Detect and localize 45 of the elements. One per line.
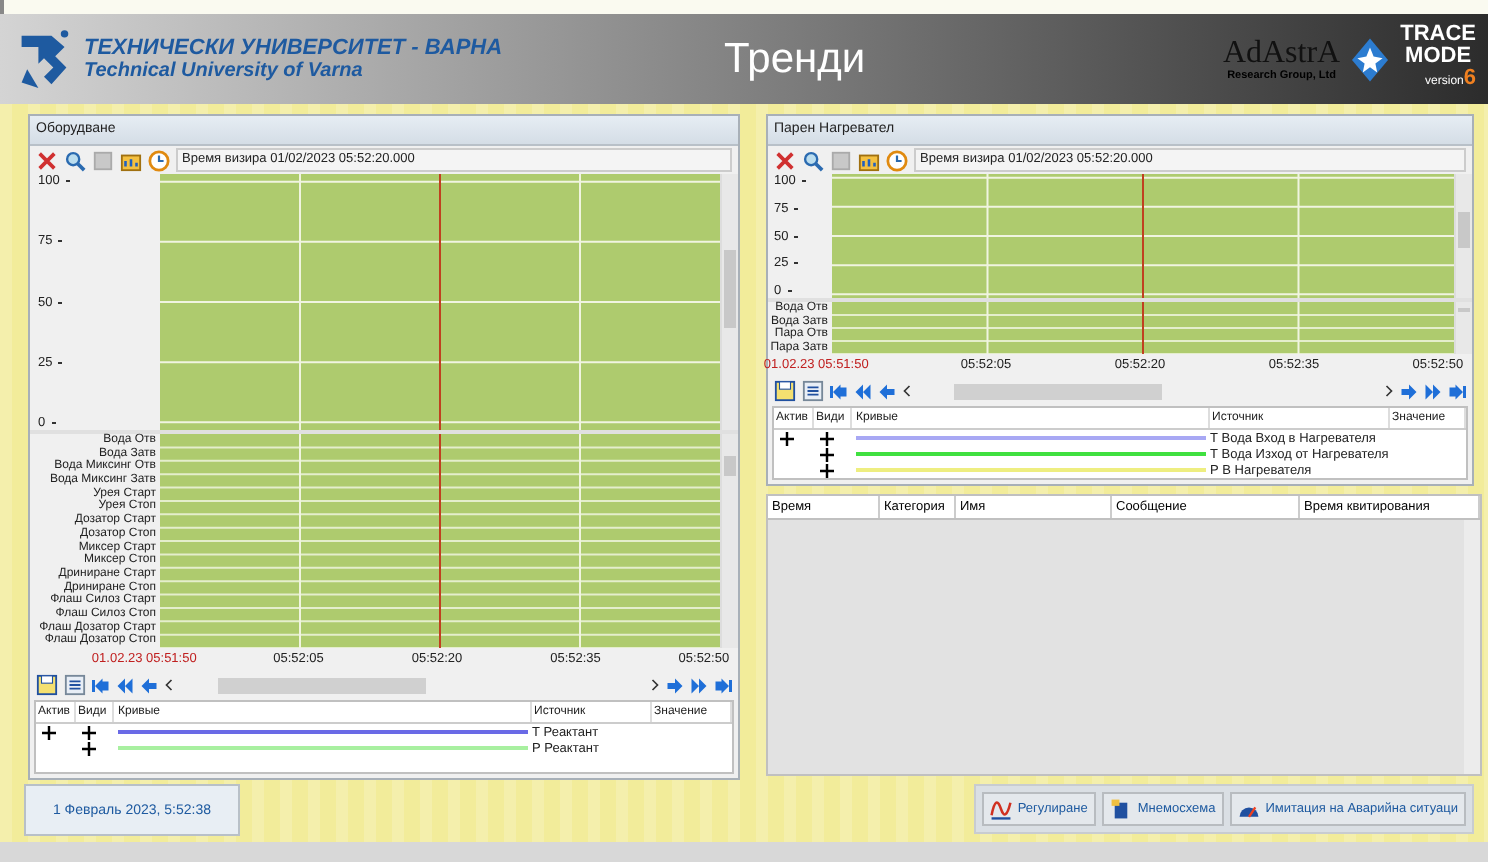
tank-icon	[1109, 798, 1132, 820]
zoom-icon[interactable]	[64, 149, 86, 171]
delete-icon[interactable]	[774, 149, 796, 171]
first-arrow-icon[interactable]	[830, 383, 848, 399]
logo-text: AdAstrA	[1222, 37, 1341, 69]
clock-icon[interactable]	[886, 149, 908, 171]
university-name-english: Technical University of Varna	[84, 60, 365, 82]
double-arrow-right-icon[interactable]	[1424, 383, 1442, 399]
double-arrow-left-icon[interactable]	[854, 383, 872, 399]
double-arrow-right-icon[interactable]	[690, 677, 708, 693]
scrollbar[interactable]	[720, 434, 738, 648]
plus-icon	[42, 725, 56, 739]
version-number: 6	[1463, 68, 1476, 90]
chart-icon[interactable]	[858, 149, 880, 171]
chevron-left-icon[interactable]	[164, 678, 174, 692]
scrollbar[interactable]	[720, 174, 738, 430]
university-name: ТЕХНИЧЕСКИ УНИВЕРСИТЕТ - ВАРНА	[84, 36, 505, 60]
first-arrow-icon[interactable]	[92, 677, 110, 693]
save-icon[interactable]	[774, 380, 796, 402]
plus-icon	[780, 431, 794, 445]
chevron-left-icon[interactable]	[902, 384, 912, 398]
last-arrow-icon[interactable]	[714, 677, 732, 693]
list-icon[interactable]	[802, 380, 824, 402]
arrow-left-icon[interactable]	[878, 383, 896, 399]
scrollbar[interactable]	[1454, 302, 1472, 354]
page-title: Тренди	[724, 35, 868, 83]
logo-text: TRACE	[1400, 24, 1476, 46]
arrow-left-icon[interactable]	[140, 677, 158, 693]
save-icon[interactable]	[36, 674, 58, 696]
delete-icon[interactable]	[36, 149, 58, 171]
list-icon[interactable]	[64, 674, 86, 696]
diamond-star-icon	[1352, 35, 1389, 83]
curve-chart-icon	[989, 798, 1012, 820]
last-arrow-icon[interactable]	[1448, 383, 1466, 399]
logo-text: MODE	[1403, 46, 1474, 68]
chart-icon[interactable]	[120, 149, 142, 171]
scrollbar[interactable]	[1464, 520, 1480, 774]
clock-icon[interactable]	[148, 149, 170, 171]
scrollbar[interactable]	[1454, 174, 1472, 298]
arrow-right-icon[interactable]	[1400, 383, 1418, 399]
chevron-right-icon[interactable]	[650, 678, 660, 692]
arrow-right-icon[interactable]	[666, 677, 684, 693]
zoom-icon[interactable]	[802, 149, 824, 171]
chevron-right-icon[interactable]	[1384, 384, 1394, 398]
double-arrow-left-icon[interactable]	[116, 677, 134, 693]
